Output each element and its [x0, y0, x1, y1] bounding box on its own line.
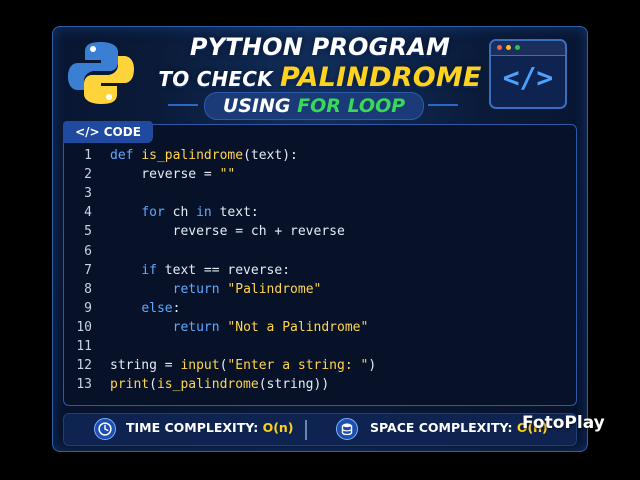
code-token: "Not a Palindrome" [227, 319, 369, 335]
code-token: for [141, 205, 165, 221]
code-token: text: [211, 205, 259, 221]
line-number: 7 [84, 262, 92, 278]
code-line: 10 return "Not a Palindrome" [70, 318, 368, 337]
code-line: 9 else: [70, 299, 180, 318]
line-number: 2 [84, 167, 92, 183]
time-complexity-value: O(n) [262, 420, 294, 435]
line-number: 8 [84, 281, 92, 297]
code-token: in [196, 205, 212, 221]
code-token: ) [368, 358, 377, 374]
code-token: text == reverse: [156, 262, 291, 278]
code-token: string = [110, 358, 181, 374]
code-token: is_palindrome [156, 377, 259, 393]
line-number: 5 [84, 224, 92, 240]
code-line: 11 [70, 337, 110, 356]
code-line: 1 def is_palindrome(text): [70, 146, 298, 165]
subtitle-divider-left [168, 104, 198, 106]
code-token: (string)) [258, 377, 330, 393]
code-line: 4 for ch in text: [70, 203, 259, 222]
code-token: if [141, 262, 157, 278]
subtitle-pill: USING FOR LOOP [204, 92, 424, 120]
database-icon [336, 418, 358, 440]
code-token: reverse = ch + reverse [110, 224, 345, 240]
code-token: ch [164, 205, 197, 221]
code-line: 6 [70, 242, 110, 261]
footer-divider [305, 420, 307, 440]
title-line-1: PYTHON PROGRAM [189, 33, 451, 61]
time-complexity: TIME COMPLEXITY: O(n) [126, 420, 294, 435]
line-number: 4 [84, 205, 92, 221]
code-token: print [110, 377, 150, 393]
title-highlight: PALINDROME [280, 62, 482, 93]
code-line: 5 reverse = ch + reverse [70, 222, 345, 241]
code-window-icon: </> [489, 39, 567, 109]
space-complexity-label: SPACE COMPLEXITY: [370, 420, 513, 435]
code-tab-label: </> CODE [63, 121, 153, 143]
code-token: return [172, 281, 228, 297]
line-number: 13 [76, 377, 92, 393]
code-token: "" [219, 167, 236, 183]
time-complexity-label: TIME COMPLEXITY: [126, 420, 259, 435]
python-logo-icon [68, 42, 134, 104]
title-line-2-prefix: TO CHECK [158, 67, 273, 91]
subtitle-highlight: FOR LOOP [297, 95, 406, 117]
green-dot-icon [515, 45, 520, 50]
clock-icon [94, 418, 116, 440]
line-number: 1 [84, 148, 92, 163]
red-dot-icon [497, 45, 502, 50]
code-line: 7 if text == reverse: [70, 261, 290, 280]
code-token: is_palindrome [141, 148, 244, 163]
code-line: 2 reverse = "" [70, 165, 235, 184]
code-token: def [110, 148, 142, 163]
code-token: (text): [243, 148, 298, 163]
code-token: : [172, 300, 181, 316]
code-line: 13 print(is_palindrome(string)) [70, 375, 329, 394]
subtitle-divider-right [428, 104, 458, 106]
subtitle-prefix: USING [222, 95, 291, 117]
yellow-dot-icon [506, 45, 511, 50]
line-number: 12 [76, 358, 92, 374]
watermark: FotoPlay [522, 413, 605, 433]
line-number: 3 [84, 186, 92, 202]
code-line: 8 return "Palindrome" [70, 280, 321, 299]
code-brackets-icon: </> [502, 61, 554, 94]
code-token: input [180, 358, 220, 374]
title-line-2: TO CHECK PALINDROME [140, 62, 500, 93]
line-number: 6 [84, 243, 92, 259]
code-token: "Enter a string: " [227, 358, 369, 374]
code-token: ( [149, 377, 157, 393]
code-token: return [172, 319, 228, 335]
code-token: else [141, 300, 173, 316]
code-line: 12 string = input("Enter a string: ") [70, 356, 376, 375]
code-token: "Palindrome" [227, 281, 322, 297]
code-line: 3 [70, 184, 110, 203]
code-token: reverse = [110, 167, 220, 183]
line-number: 9 [84, 300, 92, 316]
line-number: 10 [76, 319, 92, 335]
line-number: 11 [76, 339, 92, 354]
window-titlebar [491, 41, 565, 56]
